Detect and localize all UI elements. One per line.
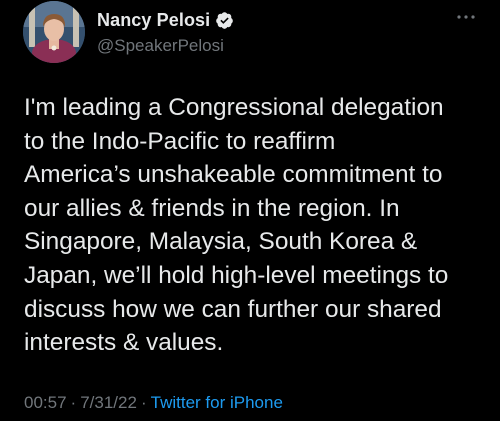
tweet-time[interactable]: 00:57	[24, 393, 67, 412]
author-display-name[interactable]: Nancy Pelosi	[97, 10, 210, 31]
author-name-row[interactable]: Nancy Pelosi	[97, 8, 234, 32]
verified-badge-icon	[215, 11, 234, 30]
tweet-date[interactable]: 7/31/22	[80, 393, 137, 412]
avatar-image	[23, 1, 85, 63]
more-options-icon[interactable]	[455, 10, 477, 22]
tweet-text: I'm leading a Congressional delegation t…	[24, 94, 449, 357]
meta-separator: ·	[70, 393, 77, 412]
tweet-metadata: 00:57 · 7/31/22 · Twitter for iPhone	[24, 393, 283, 413]
meta-separator: ·	[140, 393, 147, 412]
avatar[interactable]	[23, 1, 85, 63]
tweet-source-link[interactable]: Twitter for iPhone	[151, 393, 283, 412]
author-handle[interactable]: @SpeakerPelosi	[97, 36, 224, 56]
tweet-card: Nancy Pelosi @SpeakerPelosi I'm leading …	[0, 0, 500, 421]
